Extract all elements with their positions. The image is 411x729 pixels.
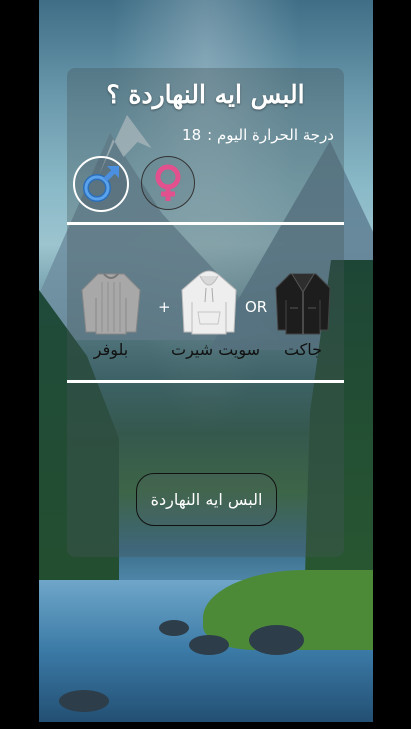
background-rock [249, 625, 304, 655]
background-rock [189, 635, 229, 655]
app-screen: البس ايه النهاردة ؟ 18 درجة الحرارة اليو… [39, 0, 373, 722]
outfit-item-jacket: جاكت [265, 258, 341, 359]
temperature-value: 18 [182, 126, 202, 144]
temperature-row: 18 درجة الحرارة اليوم : [182, 126, 334, 144]
jacket-icon [272, 268, 334, 338]
or-separator: OR [245, 298, 268, 316]
outfit-item-hoodie: سويت شيرت [171, 258, 261, 359]
temperature-label: درجة الحرارة اليوم : [207, 126, 334, 144]
outfit-item-label: بلوفر [93, 340, 129, 359]
female-symbol-icon [155, 164, 181, 201]
outfit-item-label: جاكت [283, 340, 323, 359]
background-rock [159, 620, 189, 636]
outfit-item-label: سويت شيرت [171, 340, 261, 359]
divider [67, 380, 344, 383]
hoodie-icon [178, 268, 240, 338]
sweater-icon [80, 268, 142, 338]
outfit-suggestions: بلوفر + سويت شيرت OR جاكت [67, 258, 344, 378]
female-gender-button[interactable] [141, 156, 195, 210]
plus-separator: + [158, 298, 171, 316]
what-to-wear-button[interactable]: البس ايه النهاردة [136, 473, 277, 526]
male-gender-button[interactable] [73, 156, 129, 212]
outfit-card: البس ايه النهاردة ؟ 18 درجة الحرارة اليو… [67, 68, 344, 557]
page-title: البس ايه النهاردة ؟ [106, 80, 305, 109]
divider [67, 222, 344, 225]
background-rock [59, 690, 109, 712]
male-symbol-icon [83, 166, 119, 202]
outfit-item-sweater: بلوفر [73, 258, 149, 359]
